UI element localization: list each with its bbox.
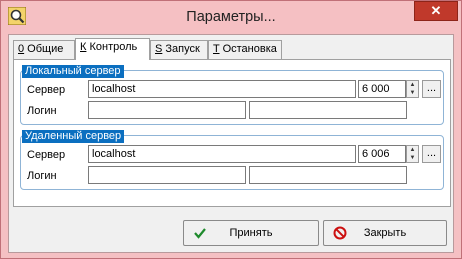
remote-server-title: Удаленный сервер [22,130,125,143]
tab-general[interactable]: 0 Общие [13,40,75,59]
accept-button-label: Принять [229,227,273,239]
close-icon: ✕ [430,3,442,18]
spin-up-icon[interactable]: ▲ [407,146,418,154]
remote-login-label: Логин [27,170,57,182]
remote-password-input[interactable] [249,166,407,184]
tab-panel-control: Локальный сервер Сервер localhost 6 000 … [13,59,451,207]
remote-server-input[interactable]: localhost [88,145,356,163]
remote-server-group: Удаленный сервер Сервер localhost 6 006 … [20,130,444,190]
dialog-client-area: 0 Общие К Контроль S Запуск T Остановка … [8,34,454,253]
close-button-label: Закрыть [363,227,407,239]
window-close-button[interactable]: ✕ [414,1,458,21]
remote-port-input[interactable]: 6 006 [358,145,406,163]
remote-server-label: Сервер [27,149,66,161]
close-button[interactable]: Закрыть [323,220,447,246]
accept-button[interactable]: Принять [183,220,319,246]
local-login-label: Логин [27,105,57,117]
spin-down-icon[interactable]: ▼ [407,89,418,97]
dialog-window: Параметры... ✕ 0 Общие К Контроль S Запу… [0,0,462,259]
remote-server-browse-button[interactable]: ... [422,145,441,163]
local-port-input[interactable]: 6 000 [358,80,406,98]
local-server-browse-button[interactable]: ... [422,80,441,98]
title-bar[interactable]: Параметры... ✕ [1,1,461,34]
local-server-input[interactable]: localhost [88,80,356,98]
remote-login-input[interactable] [88,166,246,184]
local-server-title: Локальный сервер [22,65,124,78]
spin-down-icon[interactable]: ▼ [407,154,418,162]
window-title: Параметры... [186,9,276,25]
tab-control[interactable]: К Контроль [75,38,150,60]
tab-startup[interactable]: S Запуск [150,40,208,59]
local-login-input[interactable] [88,101,246,119]
local-port-spinner[interactable]: ▲ ▼ [406,80,419,98]
local-server-label: Сервер [27,84,66,96]
local-password-input[interactable] [249,101,407,119]
spin-up-icon[interactable]: ▲ [407,81,418,89]
remote-port-spinner[interactable]: ▲ ▼ [406,145,419,163]
local-server-group: Локальный сервер Сервер localhost 6 000 … [20,65,444,125]
tab-shutdown[interactable]: T Остановка [208,40,282,59]
